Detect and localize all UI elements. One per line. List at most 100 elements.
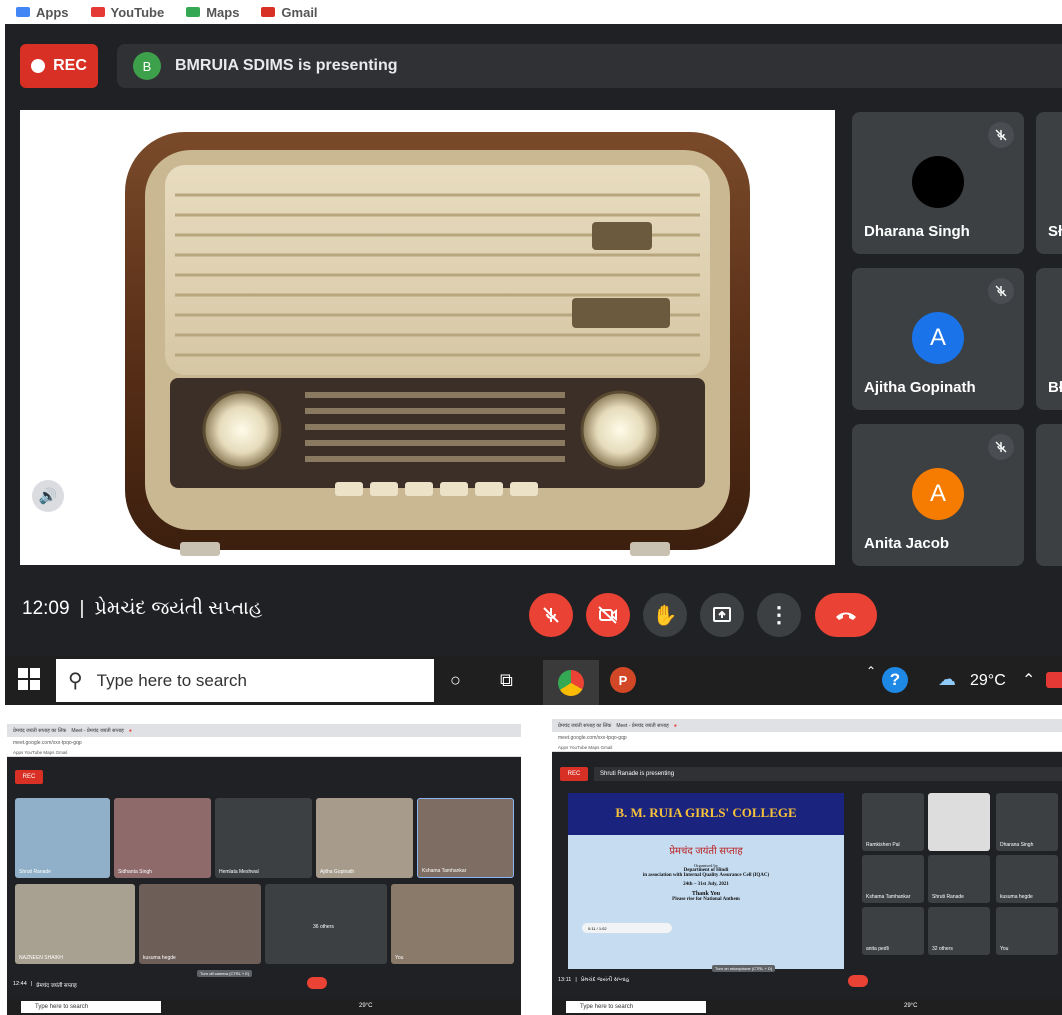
hang-up-icon: [836, 612, 856, 620]
camera-toggle-button[interactable]: [586, 593, 630, 637]
meeting-info: 12:09 | પ્રેમચંદ જયંતી સપ્તાહ: [22, 598, 263, 619]
bookmark-youtube[interactable]: YouTube: [90, 5, 164, 20]
more-options-button[interactable]: ⋮: [757, 593, 801, 637]
browser-tab[interactable]: Meet - प्रेमचंद जयंती सप्ताह: [71, 728, 123, 734]
presenting-banner: B BMRUIA SDIMS is presenting: [117, 44, 1062, 88]
recording-badge[interactable]: REC: [15, 770, 43, 784]
recording-badge[interactable]: REC: [20, 44, 98, 88]
presenting-text: BMRUIA SDIMS is presenting: [175, 57, 398, 74]
leave-call-button[interactable]: [815, 593, 877, 637]
present-screen-button[interactable]: [700, 593, 744, 637]
audio-player[interactable]: 0:11 / 1:02: [582, 923, 672, 933]
temperature: 29°C: [904, 1003, 918, 1009]
bookmarks-bar: Apps YouTube Maps Gmail: [7, 748, 521, 757]
video-tile[interactable]: Sidhanta Singh: [114, 798, 211, 878]
presentation-view-screenshot: प्रेमचंद जयंती सप्ताह का लिंक Meet - प्र…: [552, 719, 1062, 1015]
participant-tile[interactable]: A Anita Jacob: [852, 424, 1024, 566]
youtube-icon: [90, 7, 105, 17]
gmail-icon: [261, 7, 276, 17]
raise-hand-button[interactable]: ✋: [643, 593, 687, 637]
taskbar-search[interactable]: ⚲ Type here to search: [56, 659, 434, 702]
present-screen-icon: [713, 607, 731, 622]
chrome-icon: [558, 669, 584, 696]
windows-taskbar: Type here to search 29°C: [552, 999, 1062, 1015]
meeting-time: 12:09: [22, 598, 70, 619]
slide: B. M. RUIA GIRLS' COLLEGE प्रेमचंद जयंती…: [568, 793, 844, 969]
powerpoint-icon[interactable]: P: [610, 667, 636, 693]
participant-avatar: [912, 156, 964, 208]
camera-off-icon: [598, 606, 617, 624]
college-banner: B. M. RUIA GIRLS' COLLEGE: [568, 793, 844, 835]
address-bar[interactable]: meet.google.com/xxx-tpqo-gqp: [7, 737, 521, 748]
participant-tile-partial[interactable]: [1036, 424, 1062, 566]
bookmark-maps[interactable]: Maps: [186, 5, 239, 20]
windows-taskbar: Type here to search 29°C: [7, 999, 521, 1015]
participant-tile-partial[interactable]: Sł: [1036, 112, 1062, 254]
participant-avatar: A: [912, 468, 964, 520]
slide-title: प्रेमचंद जयंती सप्ताह: [669, 846, 743, 857]
participant-tile[interactable]: [928, 793, 990, 851]
browser-tab[interactable]: प्रेमचंद जयंती सप्ताह का लिंक: [558, 723, 611, 729]
windows-start-button[interactable]: [18, 668, 40, 695]
participant-tile-partial[interactable]: Bł: [1036, 268, 1062, 410]
participant-tile[interactable]: Ramkishen Pal: [862, 793, 924, 851]
chrome-taskbar-button[interactable]: [543, 660, 599, 705]
hand-icon: ✋: [652, 604, 678, 627]
participant-name: Anita Jacob: [864, 535, 950, 552]
browser-tab[interactable]: Meet - प्रेमचंद जयंती सप्ताह: [616, 723, 668, 729]
address-bar[interactable]: meet.google.com/xxx-tpqo-gqp: [552, 732, 1062, 743]
bookmark-gmail[interactable]: Gmail: [261, 5, 318, 20]
participant-tile[interactable]: 32 others: [928, 907, 990, 955]
vintage-radio-image: [125, 132, 750, 556]
volume-icon[interactable]: 🔊: [32, 480, 64, 512]
search-icon: ⚲: [68, 670, 83, 692]
video-tile[interactable]: You: [391, 884, 514, 964]
bookmarks-bar: Apps YouTube Maps Gmail: [552, 743, 1062, 752]
record-dot-icon: [31, 59, 46, 73]
participant-tile[interactable]: A Ajitha Gopinath: [852, 268, 1024, 410]
participant-tile[interactable]: anita pedli: [862, 907, 924, 955]
video-tile[interactable]: Hemlata Meshwal: [215, 798, 312, 878]
temperature: 29°C: [359, 1003, 373, 1009]
participant-tile[interactable]: kusuma hegde: [996, 855, 1058, 903]
meeting-info: 12:44 | प्रेमचंद जयंती सप्ताह: [13, 981, 77, 989]
weather-icon[interactable]: ☁: [938, 669, 956, 690]
participant-tile[interactable]: Dharana Singh: [852, 112, 1024, 254]
participant-tile[interactable]: Shruti Ranade: [928, 855, 990, 903]
bookmarks-bar: Apps YouTube Maps Gmail: [0, 0, 1062, 24]
recording-badge[interactable]: REC: [560, 767, 588, 781]
participant-tile[interactable]: Dharana Singh: [996, 793, 1058, 851]
browser-tabs: प्रेमचंद जयंती सप्ताह का लिंक Meet - प्र…: [552, 719, 1062, 732]
video-tile[interactable]: 36 others: [265, 884, 387, 964]
presentation-stage: [20, 110, 835, 565]
meeting-title: પ્રેમચંદ જયંતી સપ્તાહ: [94, 598, 263, 619]
participant-name: Ajitha Gopinath: [864, 379, 976, 396]
presenting-banner: Shruti Ranade is presenting: [594, 767, 1062, 781]
taskbar-search[interactable]: Type here to search: [21, 1001, 161, 1013]
chevron-up-icon[interactable]: ⌃: [866, 664, 876, 678]
tray-app-icon[interactable]: [1046, 672, 1062, 688]
video-tile[interactable]: Ajitha Gopinath: [316, 798, 413, 878]
muted-mic-icon: [988, 434, 1014, 460]
video-tile[interactable]: kusuma hegde: [139, 884, 261, 964]
more-vert-icon: ⋮: [768, 602, 790, 627]
tray-chevron-icon[interactable]: ⌃: [1022, 670, 1035, 690]
video-tile[interactable]: NAZNEEN SHAIKH: [15, 884, 135, 964]
mic-toggle-button[interactable]: [529, 593, 573, 637]
search-placeholder: Type here to search: [96, 670, 247, 690]
gallery-view-screenshot: प्रेमचंद जयंती सप्ताह का लिंक Meet - प्र…: [7, 724, 521, 1015]
help-icon[interactable]: ?: [882, 667, 908, 693]
video-tile[interactable]: Shruti Ranade: [15, 798, 110, 878]
browser-tab[interactable]: प्रेमचंद जयंती सप्ताह का लिंक: [13, 728, 66, 734]
participant-tile[interactable]: Kshama Tamhankar: [862, 855, 924, 903]
cortana-icon[interactable]: ○: [450, 670, 461, 691]
leave-call-button[interactable]: [848, 975, 868, 987]
temperature[interactable]: 29°C: [970, 672, 1006, 690]
taskbar-search[interactable]: Type here to search: [566, 1001, 706, 1013]
participant-tile[interactable]: You: [996, 907, 1058, 955]
bookmark-apps[interactable]: Apps: [16, 5, 69, 20]
leave-call-button[interactable]: [307, 977, 327, 989]
video-tile[interactable]: Kshama Tamhankar: [417, 798, 514, 878]
task-view-icon[interactable]: ⧉: [500, 670, 513, 691]
windows-logo-icon: [18, 668, 40, 690]
